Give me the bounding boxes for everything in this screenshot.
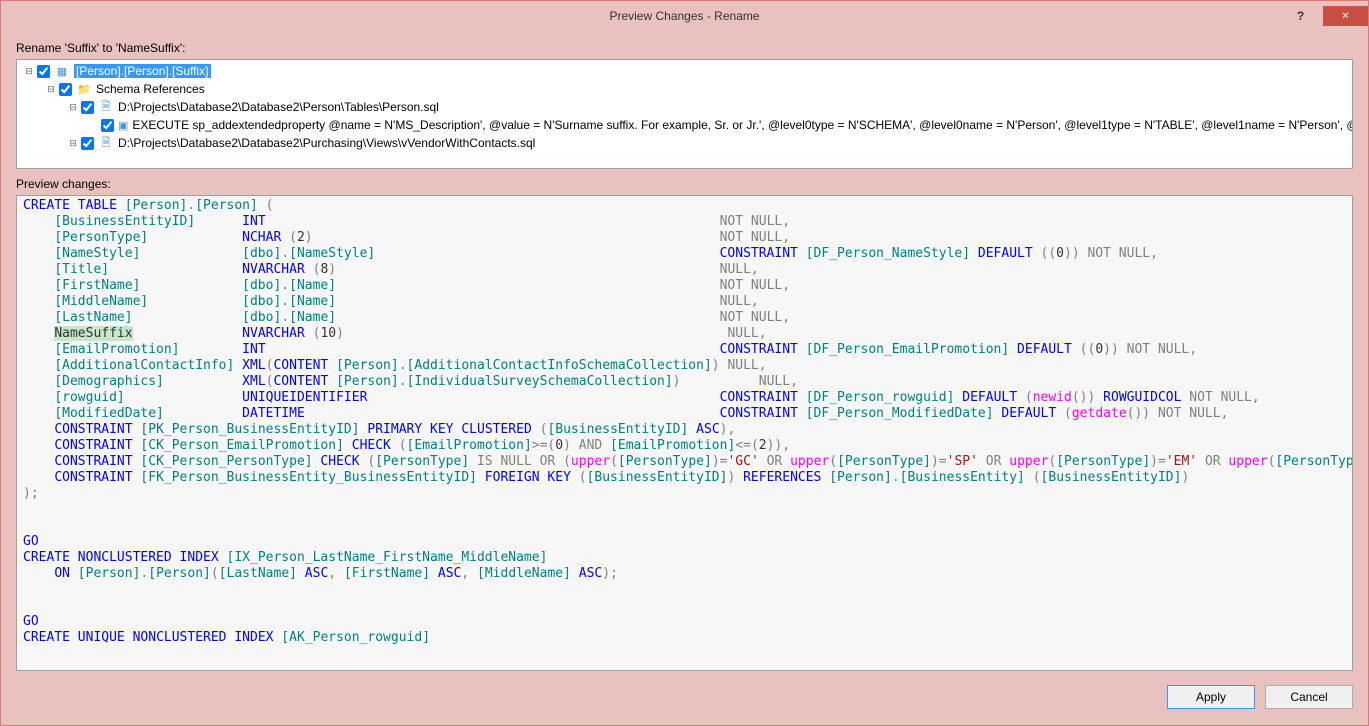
help-button[interactable]: ? [1278, 6, 1323, 26]
content-area: Rename 'Suffix' to 'NameSuffix': ⊟ ▦ [Pe… [1, 31, 1368, 725]
sql-file-icon: 🗎 [98, 99, 114, 115]
window-title: Preview Changes - Rename [609, 9, 759, 23]
tree-item-label: Schema References [96, 82, 205, 96]
dialog-window: Preview Changes - Rename ? ✕ Rename 'Suf… [0, 0, 1369, 726]
sql-file-icon: 🗎 [98, 135, 114, 151]
tree-row[interactable]: ▣ EXECUTE sp_addextendedproperty @name =… [19, 116, 1350, 134]
tree-checkbox[interactable] [81, 101, 94, 114]
tree-checkbox[interactable] [37, 65, 50, 78]
cancel-button[interactable]: Cancel [1265, 685, 1353, 709]
expand-icon[interactable]: ⊟ [45, 84, 57, 95]
expand-icon[interactable]: ⊟ [67, 138, 79, 149]
tree-item-label: D:\Projects\Database2\Database2\Purchasi… [118, 136, 535, 150]
tree-row[interactable]: ⊟ ▦ [Person].[Person].[Suffix] [19, 62, 1350, 80]
titlebar-controls: ? ✕ [1278, 6, 1368, 26]
titlebar[interactable]: Preview Changes - Rename ? ✕ [1, 1, 1368, 31]
rename-label: Rename 'Suffix' to 'NameSuffix': [16, 41, 1353, 55]
preview-label: Preview changes: [16, 177, 1353, 191]
folder-icon: 📁 [76, 81, 92, 97]
tree-checkbox[interactable] [59, 83, 72, 96]
tree-item-label: [Person].[Person].[Suffix] [74, 64, 211, 78]
tree-item-label: EXECUTE sp_addextendedproperty @name = N… [132, 118, 1353, 132]
tree-checkbox[interactable] [81, 137, 94, 150]
column-icon: ▦ [54, 63, 70, 79]
button-bar: Apply Cancel [16, 681, 1353, 715]
tree-item-label: D:\Projects\Database2\Database2\Person\T… [118, 100, 439, 114]
changes-tree[interactable]: ⊟ ▦ [Person].[Person].[Suffix] ⊟ 📁 Schem… [16, 59, 1353, 169]
expand-icon[interactable]: ⊟ [23, 66, 35, 77]
apply-button[interactable]: Apply [1167, 685, 1255, 709]
tree-checkbox[interactable] [101, 119, 114, 132]
exec-icon: ▣ [118, 117, 128, 133]
tree-row[interactable]: ⊟ 🗎 D:\Projects\Database2\Database2\Purc… [19, 134, 1350, 152]
code-preview[interactable]: CREATE TABLE [Person].[Person] ( [Busine… [16, 195, 1353, 671]
expand-icon[interactable]: ⊟ [67, 102, 79, 113]
tree-row[interactable]: ⊟ 📁 Schema References [19, 80, 1350, 98]
tree-row[interactable]: ⊟ 🗎 D:\Projects\Database2\Database2\Pers… [19, 98, 1350, 116]
close-button[interactable]: ✕ [1323, 6, 1368, 26]
